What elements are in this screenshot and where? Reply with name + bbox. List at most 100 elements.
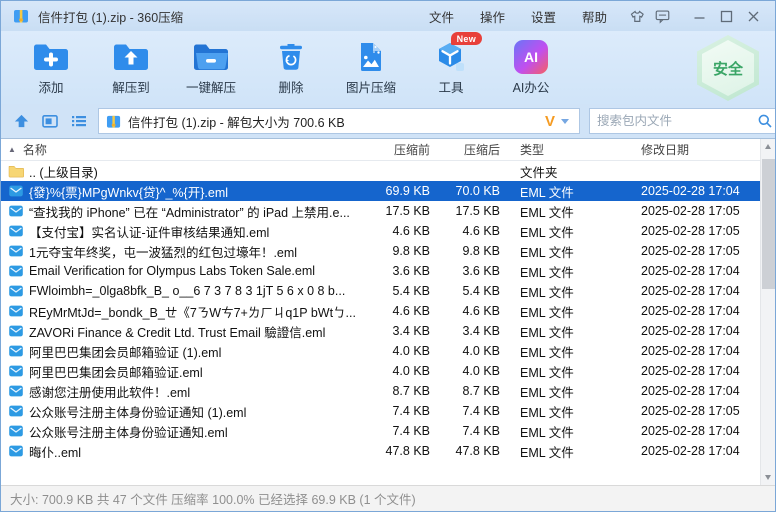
window-title: 信件打包 (1).zip - 360压缩 bbox=[38, 7, 183, 26]
search-input[interactable] bbox=[597, 114, 757, 128]
file-type: EML 文件 bbox=[508, 282, 637, 301]
scroll-up-button[interactable] bbox=[761, 139, 775, 154]
archive-path-combobox[interactable]: 信件打包 (1).zip - 解包大小为 700.6 KB V bbox=[98, 108, 580, 134]
statusbar: 大小: 700.9 KB 共 47 个文件 压缩率 100.0% 已经选择 69… bbox=[1, 485, 775, 511]
titlebar: 信件打包 (1).zip - 360压缩 文件 操作 设置 帮助 bbox=[1, 1, 775, 31]
size-after: 7.4 KB bbox=[438, 424, 508, 438]
column-header-type[interactable]: 类型 bbox=[508, 141, 637, 158]
vertical-scrollbar[interactable] bbox=[760, 139, 775, 485]
modified-date: 2025-02-28 17:04 bbox=[637, 264, 760, 278]
file-type: EML 文件 bbox=[508, 362, 637, 381]
close-icon bbox=[746, 9, 761, 24]
scrollbar-thumb[interactable] bbox=[762, 159, 775, 289]
tools-button[interactable]: New 工具 bbox=[411, 37, 491, 104]
delete-trash-icon bbox=[271, 40, 311, 74]
column-header-name[interactable]: ▲ 名称 bbox=[1, 141, 356, 158]
column-header-before[interactable]: 压缩前 bbox=[356, 141, 438, 158]
eml-file-icon bbox=[8, 284, 24, 298]
eml-file-icon bbox=[8, 224, 24, 238]
add-button[interactable]: 添加 bbox=[11, 37, 91, 104]
search-box[interactable] bbox=[589, 108, 776, 134]
delete-label: 删除 bbox=[251, 77, 331, 96]
eml-file-icon bbox=[8, 204, 24, 218]
preview-icon bbox=[41, 113, 59, 129]
file-row[interactable]: {發}%{票}MPgWnkv{贷}^_%{开}.eml 69.9 KB 70.0… bbox=[1, 181, 775, 201]
file-row[interactable]: 阿里巴巴集团会员邮箱验证.eml 4.0 KB 4.0 KB EML 文件 20… bbox=[1, 361, 775, 381]
file-row[interactable]: 阿里巴巴集团会员邮箱验证 (1).eml 4.0 KB 4.0 KB EML 文… bbox=[1, 341, 775, 361]
file-row[interactable]: 晦仆..eml 47.8 KB 47.8 KB EML 文件 2025-02-2… bbox=[1, 441, 775, 461]
modified-date: 2025-02-28 17:04 bbox=[637, 424, 760, 438]
minimize-button[interactable] bbox=[686, 5, 713, 27]
file-list: .. (上级目录) 文件夹 {發}%{票}MPgWnkv{贷}^_%{开}.em… bbox=[1, 161, 775, 485]
safe-shield-badge[interactable]: 安全 bbox=[697, 35, 759, 101]
file-row[interactable]: 感谢您注册使用此软件！.eml 8.7 KB 8.7 KB EML 文件 202… bbox=[1, 381, 775, 401]
scroll-up-icon bbox=[765, 144, 771, 149]
file-row[interactable]: 【支付宝】实名认证-证件审核结果通知.eml 4.6 KB 4.6 KB EML… bbox=[1, 221, 775, 241]
size-after: 5.4 KB bbox=[438, 284, 508, 298]
menu-settings[interactable]: 设置 bbox=[518, 3, 569, 30]
column-header-date[interactable]: 修改日期 bbox=[637, 141, 760, 158]
file-row[interactable]: FWloimbh=_0lga8bfk_B_ o__6 7 3 7 8 3 1jT… bbox=[1, 281, 775, 301]
extract-to-button[interactable]: 解压到 bbox=[91, 37, 171, 104]
extract-to-label: 解压到 bbox=[91, 77, 171, 96]
feedback-button[interactable] bbox=[649, 5, 676, 27]
file-type: EML 文件 bbox=[508, 442, 637, 461]
size-before: 8.7 KB bbox=[356, 384, 438, 398]
size-before: 7.4 KB bbox=[356, 424, 438, 438]
extract-to-icon bbox=[111, 40, 151, 74]
search-icon[interactable] bbox=[757, 113, 773, 129]
file-row[interactable]: “查找我的 iPhone” 已在 “Administrator” 的 iPad … bbox=[1, 201, 775, 221]
size-after: 3.4 KB bbox=[438, 324, 508, 338]
file-name: Email Verification for Olympus Labs Toke… bbox=[29, 264, 315, 278]
size-after: 4.6 KB bbox=[438, 224, 508, 238]
scroll-down-icon bbox=[765, 475, 771, 480]
size-after: 47.8 KB bbox=[438, 444, 508, 458]
one-key-extract-button[interactable]: 一键解压 bbox=[171, 37, 251, 104]
ai-office-button[interactable]: AI AI办公 bbox=[491, 37, 571, 104]
menu-action[interactable]: 操作 bbox=[467, 3, 518, 30]
maximize-button[interactable] bbox=[713, 5, 740, 27]
file-row[interactable]: 公众账号注册主体身份验证通知 (1).eml 7.4 KB 7.4 KB EML… bbox=[1, 401, 775, 421]
skin-button[interactable] bbox=[622, 5, 649, 27]
file-row[interactable]: 1元夺宝年终奖，屯一波猛烈的红包过壕年！.eml 9.8 KB 9.8 KB E… bbox=[1, 241, 775, 261]
file-type: 文件夹 bbox=[508, 162, 637, 181]
file-name: 晦仆..eml bbox=[29, 442, 81, 461]
tshirt-icon bbox=[627, 8, 644, 24]
image-compress-button[interactable]: 图片压缩 bbox=[331, 37, 411, 104]
eml-file-icon bbox=[8, 344, 24, 358]
size-before: 7.4 KB bbox=[356, 404, 438, 418]
delete-button[interactable]: 删除 bbox=[251, 37, 331, 104]
file-row[interactable]: 公众账号注册主体身份验证通知.eml 7.4 KB 7.4 KB EML 文件 … bbox=[1, 421, 775, 441]
file-type: EML 文件 bbox=[508, 182, 637, 201]
minimize-icon bbox=[692, 9, 707, 24]
file-name: 公众账号注册主体身份验证通知 (1).eml bbox=[29, 402, 246, 421]
file-type: EML 文件 bbox=[508, 342, 637, 361]
file-row[interactable]: ZAVORi Finance & Credit Ltd. Trust Email… bbox=[1, 321, 775, 341]
menu-file[interactable]: 文件 bbox=[416, 3, 467, 30]
close-button[interactable] bbox=[740, 5, 767, 27]
preview-mode-button[interactable] bbox=[40, 112, 60, 130]
list-mode-button[interactable] bbox=[69, 112, 89, 130]
eml-file-icon bbox=[8, 264, 24, 278]
modified-date: 2025-02-28 17:04 bbox=[637, 384, 760, 398]
column-header-after[interactable]: 压缩后 bbox=[438, 141, 508, 158]
file-type: EML 文件 bbox=[508, 422, 637, 441]
file-row[interactable]: REyMrMtJd=_bondk_B_ㄝ《7ㄋWㄘ7+ㄌㄏㄐq1P bWtㄅ..… bbox=[1, 301, 775, 321]
path-dropdown-button[interactable]: V bbox=[542, 113, 572, 130]
file-row[interactable]: Email Verification for Olympus Labs Toke… bbox=[1, 261, 775, 281]
list-icon bbox=[70, 113, 88, 129]
chevron-down-icon bbox=[561, 119, 569, 124]
scroll-down-button[interactable] bbox=[761, 470, 775, 485]
size-before: 69.9 KB bbox=[356, 184, 438, 198]
file-row[interactable]: .. (上级目录) 文件夹 bbox=[1, 161, 775, 181]
column-name-label: 名称 bbox=[23, 141, 47, 158]
modified-date: 2025-02-28 17:04 bbox=[637, 324, 760, 338]
up-directory-button[interactable] bbox=[11, 112, 31, 130]
new-badge: New bbox=[451, 32, 482, 45]
file-name: REyMrMtJd=_bondk_B_ㄝ《7ㄋWㄘ7+ㄌㄏㄐq1P bWtㄅ..… bbox=[29, 302, 356, 321]
menu-help[interactable]: 帮助 bbox=[569, 3, 620, 30]
size-before: 17.5 KB bbox=[356, 204, 438, 218]
file-name: 公众账号注册主体身份验证通知.eml bbox=[29, 422, 228, 441]
safe-label: 安全 bbox=[702, 40, 754, 96]
size-before: 4.0 KB bbox=[356, 344, 438, 358]
